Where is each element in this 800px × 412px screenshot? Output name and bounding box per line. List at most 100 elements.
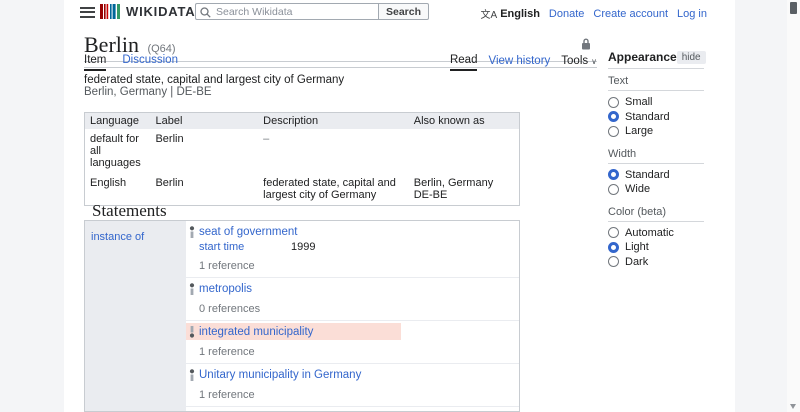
- radio-label: Standard: [625, 168, 670, 181]
- create-account-link[interactable]: Create account: [593, 8, 668, 20]
- references-toggle[interactable]: 0 references: [199, 303, 519, 316]
- wikidata-logo[interactable]: WIKIDATA: [100, 4, 195, 19]
- cell-also-known-as: Berlin, Germany DE-BE: [409, 173, 520, 206]
- color-options: Automatic Light Dark: [608, 222, 704, 273]
- statement-claim: integrated municipality 1 reference: [186, 321, 519, 364]
- col-header-also-known-as: Also known as: [408, 112, 520, 129]
- wikidata-logo-text: WIKIDATA: [126, 4, 196, 19]
- wikidata-logo-bars: [100, 4, 120, 19]
- radio-option-small[interactable]: Small: [608, 96, 704, 108]
- page-tabs: Item Discussion Read View history Tools ∨: [84, 54, 597, 71]
- main-menu-icon[interactable]: [80, 7, 95, 18]
- language-label: English: [500, 7, 540, 20]
- radio-icon[interactable]: [608, 125, 619, 137]
- claim-value-link[interactable]: Unitary municipality in Germany: [199, 369, 361, 381]
- claim-value-link[interactable]: seat of government: [199, 226, 297, 238]
- radio-option-standard-text[interactable]: Standard: [608, 111, 704, 123]
- qualifier-row: start time 1999: [186, 241, 519, 254]
- references-toggle[interactable]: 1 reference: [199, 260, 519, 273]
- terms-table: Language Label Description Also known as…: [84, 112, 520, 206]
- cell-description: –: [263, 133, 270, 145]
- entity-description: federated state, capital and largest cit…: [84, 74, 345, 86]
- tab-read[interactable]: Read: [449, 54, 477, 71]
- terms-table-header-row: Language Label Description Also known as: [84, 112, 520, 129]
- entity-aliases: Berlin, Germany | DE-BE: [84, 86, 212, 98]
- radio-icon[interactable]: [608, 183, 619, 195]
- claim-value-row: metropolis: [186, 280, 519, 297]
- appearance-header: Appearance hide: [608, 50, 706, 69]
- radio-option-wide[interactable]: Wide: [608, 183, 704, 195]
- claim-value-link[interactable]: metropolis: [199, 283, 252, 295]
- radio-icon[interactable]: [608, 256, 619, 267]
- site-header: WIKIDATA Search 文A English Donate Create…: [64, 0, 735, 26]
- radio-option-dark[interactable]: Dark: [608, 256, 704, 268]
- log-in-link[interactable]: Log in: [677, 8, 707, 20]
- radio-icon[interactable]: [608, 96, 619, 108]
- search-icon: [200, 6, 211, 18]
- tools-menu-button[interactable]: Tools ∨: [561, 55, 597, 67]
- rank-selector-icon[interactable]: [189, 368, 195, 381]
- radio-option-large[interactable]: Large: [608, 125, 704, 137]
- view-tabs: Read View history Tools ∨: [449, 54, 597, 71]
- property-column: instance of: [85, 221, 186, 411]
- claim-value-row: Unitary municipality in Germany: [186, 366, 519, 383]
- appearance-title: Appearance: [608, 50, 677, 64]
- radio-option-light[interactable]: Light: [608, 241, 704, 253]
- col-header-description: Description: [258, 112, 409, 129]
- rank-selector-icon[interactable]: [189, 225, 195, 238]
- qualifier-property-link[interactable]: start time: [199, 241, 244, 253]
- cell-label: Berlin: [155, 177, 184, 189]
- vertical-scrollbar[interactable]: [787, 0, 800, 412]
- radio-label: Small: [625, 96, 653, 108]
- hide-appearance-button[interactable]: hide: [676, 50, 706, 64]
- cell-description: federated state, capital and largest cit…: [263, 177, 396, 201]
- appearance-section-text: Text: [608, 69, 704, 91]
- tab-view-history[interactable]: View history: [488, 55, 550, 67]
- language-selector[interactable]: 文A English: [481, 6, 540, 22]
- radio-icon[interactable]: [608, 111, 619, 122]
- statement-claim: Unitary municipality in Germany 1 refere…: [186, 364, 519, 407]
- cell-label: Berlin: [155, 133, 184, 145]
- text-size-options: Small Standard Large: [608, 91, 704, 142]
- radio-icon[interactable]: [608, 227, 619, 238]
- scrollbar-down-arrow-icon[interactable]: [790, 404, 796, 409]
- qualifier-value: 1999: [291, 241, 316, 253]
- references-toggle[interactable]: 1 reference: [199, 346, 519, 359]
- donate-link[interactable]: Donate: [549, 8, 584, 20]
- radio-label: Wide: [625, 183, 651, 195]
- radio-option-standard-width[interactable]: Standard: [608, 169, 704, 181]
- rank-selector-icon[interactable]: [189, 282, 195, 295]
- property-link-instance-of[interactable]: instance of: [91, 231, 144, 243]
- claim-value-link[interactable]: integrated municipality: [199, 326, 313, 338]
- tab-item[interactable]: Item: [84, 54, 107, 71]
- table-row: default for all languages Berlin –: [85, 129, 520, 173]
- col-header-language: Language: [84, 112, 151, 129]
- tab-discussion[interactable]: Discussion: [122, 54, 178, 68]
- statements-heading: Statements: [92, 201, 167, 220]
- search-input[interactable]: [195, 3, 378, 20]
- search-button[interactable]: Search: [378, 3, 430, 20]
- cell-language: default for all languages: [90, 133, 141, 169]
- radio-label: Large: [625, 125, 654, 137]
- claim-value-row: seat of government: [186, 223, 519, 240]
- radio-icon[interactable]: [608, 241, 619, 253]
- radio-label: Light: [625, 241, 649, 253]
- statement-claim: seat of government start time 1999 1 ref…: [186, 221, 519, 278]
- radio-option-automatic[interactable]: Automatic: [608, 227, 704, 239]
- statement-group: instance of seat of government start tim…: [84, 220, 520, 412]
- appearance-section-color: Color (beta): [608, 200, 704, 222]
- page-content-card: WIKIDATA Search 文A English Donate Create…: [64, 0, 735, 412]
- radio-label: Dark: [625, 255, 649, 268]
- protection-lock-icon: [581, 38, 591, 50]
- col-header-label: Label: [150, 112, 259, 129]
- tools-label: Tools: [561, 55, 589, 67]
- header-user-links: 文A English Donate Create account Log in: [481, 6, 707, 22]
- radio-label: Automatic: [625, 226, 674, 239]
- rank-selector-icon[interactable]: [189, 325, 195, 338]
- references-toggle[interactable]: 1 reference: [199, 389, 519, 402]
- radio-icon[interactable]: [608, 169, 619, 180]
- statement-claim: urban municipality in Germany 0 referenc…: [186, 407, 519, 411]
- claim-value-row: integrated municipality: [186, 323, 401, 340]
- search-bar: Search: [195, 3, 430, 20]
- scrollbar-thumb[interactable]: [790, 2, 797, 14]
